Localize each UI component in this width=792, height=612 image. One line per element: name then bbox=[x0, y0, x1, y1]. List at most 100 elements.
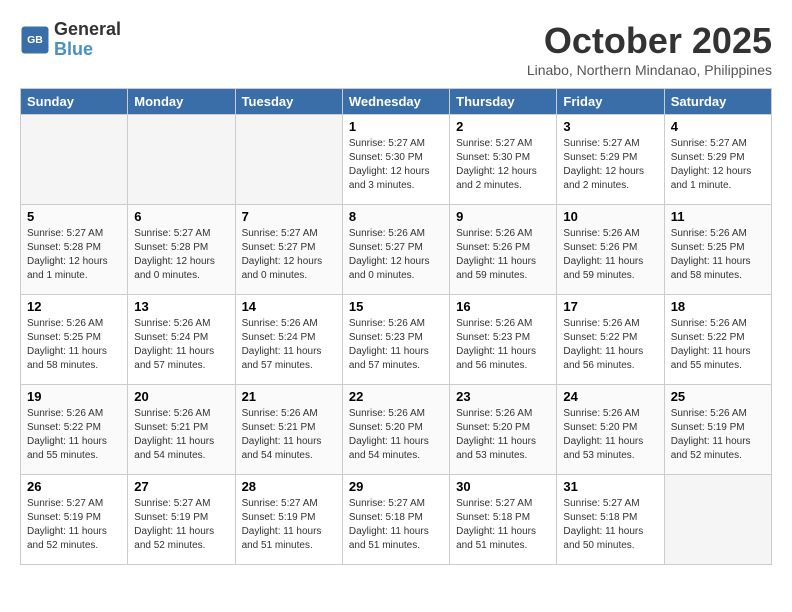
day-info: Sunrise: 5:26 AM Sunset: 5:26 PM Dayligh… bbox=[563, 227, 657, 283]
weekday-header-row: SundayMondayTuesdayWednesdayThursdayFrid… bbox=[21, 89, 772, 115]
day-number: 15 bbox=[349, 299, 443, 314]
day-number: 20 bbox=[134, 389, 228, 404]
day-number: 27 bbox=[134, 479, 228, 494]
calendar-cell: 5 Sunrise: 5:27 AM Sunset: 5:28 PM Dayli… bbox=[21, 205, 128, 295]
calendar-cell bbox=[128, 115, 235, 205]
day-number: 1 bbox=[349, 119, 443, 134]
day-number: 24 bbox=[563, 389, 657, 404]
calendar-cell: 7 Sunrise: 5:27 AM Sunset: 5:27 PM Dayli… bbox=[235, 205, 342, 295]
month-title: October 2025 bbox=[527, 20, 772, 62]
day-info: Sunrise: 5:27 AM Sunset: 5:28 PM Dayligh… bbox=[27, 227, 121, 283]
day-number: 31 bbox=[563, 479, 657, 494]
day-info: Sunrise: 5:26 AM Sunset: 5:23 PM Dayligh… bbox=[349, 317, 443, 373]
day-number: 12 bbox=[27, 299, 121, 314]
day-number: 19 bbox=[27, 389, 121, 404]
day-info: Sunrise: 5:26 AM Sunset: 5:22 PM Dayligh… bbox=[563, 317, 657, 373]
calendar-cell: 3 Sunrise: 5:27 AM Sunset: 5:29 PM Dayli… bbox=[557, 115, 664, 205]
calendar-cell: 19 Sunrise: 5:26 AM Sunset: 5:22 PM Dayl… bbox=[21, 385, 128, 475]
day-number: 9 bbox=[456, 209, 550, 224]
logo-text-line1: General bbox=[54, 20, 121, 40]
week-row-1: 1 Sunrise: 5:27 AM Sunset: 5:30 PM Dayli… bbox=[21, 115, 772, 205]
day-number: 10 bbox=[563, 209, 657, 224]
day-number: 6 bbox=[134, 209, 228, 224]
calendar-cell: 12 Sunrise: 5:26 AM Sunset: 5:25 PM Dayl… bbox=[21, 295, 128, 385]
calendar-cell: 9 Sunrise: 5:26 AM Sunset: 5:26 PM Dayli… bbox=[450, 205, 557, 295]
day-number: 28 bbox=[242, 479, 336, 494]
day-info: Sunrise: 5:26 AM Sunset: 5:20 PM Dayligh… bbox=[456, 407, 550, 463]
weekday-header-monday: Monday bbox=[128, 89, 235, 115]
day-info: Sunrise: 5:27 AM Sunset: 5:28 PM Dayligh… bbox=[134, 227, 228, 283]
logo-text-line2: Blue bbox=[54, 40, 121, 60]
calendar-cell: 4 Sunrise: 5:27 AM Sunset: 5:29 PM Dayli… bbox=[664, 115, 771, 205]
calendar-cell: 30 Sunrise: 5:27 AM Sunset: 5:18 PM Dayl… bbox=[450, 475, 557, 565]
calendar-cell: 27 Sunrise: 5:27 AM Sunset: 5:19 PM Dayl… bbox=[128, 475, 235, 565]
day-info: Sunrise: 5:26 AM Sunset: 5:20 PM Dayligh… bbox=[349, 407, 443, 463]
calendar-cell: 31 Sunrise: 5:27 AM Sunset: 5:18 PM Dayl… bbox=[557, 475, 664, 565]
calendar-cell: 23 Sunrise: 5:26 AM Sunset: 5:20 PM Dayl… bbox=[450, 385, 557, 475]
day-number: 7 bbox=[242, 209, 336, 224]
day-info: Sunrise: 5:26 AM Sunset: 5:25 PM Dayligh… bbox=[27, 317, 121, 373]
calendar-cell: 11 Sunrise: 5:26 AM Sunset: 5:25 PM Dayl… bbox=[664, 205, 771, 295]
day-number: 13 bbox=[134, 299, 228, 314]
week-row-5: 26 Sunrise: 5:27 AM Sunset: 5:19 PM Dayl… bbox=[21, 475, 772, 565]
day-number: 14 bbox=[242, 299, 336, 314]
day-info: Sunrise: 5:26 AM Sunset: 5:24 PM Dayligh… bbox=[134, 317, 228, 373]
day-info: Sunrise: 5:26 AM Sunset: 5:23 PM Dayligh… bbox=[456, 317, 550, 373]
calendar-cell: 18 Sunrise: 5:26 AM Sunset: 5:22 PM Dayl… bbox=[664, 295, 771, 385]
day-number: 23 bbox=[456, 389, 550, 404]
day-number: 21 bbox=[242, 389, 336, 404]
day-info: Sunrise: 5:27 AM Sunset: 5:18 PM Dayligh… bbox=[349, 497, 443, 553]
logo-icon: GB bbox=[20, 25, 50, 55]
calendar-cell: 24 Sunrise: 5:26 AM Sunset: 5:20 PM Dayl… bbox=[557, 385, 664, 475]
calendar-cell: 29 Sunrise: 5:27 AM Sunset: 5:18 PM Dayl… bbox=[342, 475, 449, 565]
weekday-header-sunday: Sunday bbox=[21, 89, 128, 115]
day-number: 22 bbox=[349, 389, 443, 404]
day-number: 30 bbox=[456, 479, 550, 494]
calendar-cell: 21 Sunrise: 5:26 AM Sunset: 5:21 PM Dayl… bbox=[235, 385, 342, 475]
calendar-cell: 22 Sunrise: 5:26 AM Sunset: 5:20 PM Dayl… bbox=[342, 385, 449, 475]
calendar-cell: 6 Sunrise: 5:27 AM Sunset: 5:28 PM Dayli… bbox=[128, 205, 235, 295]
day-info: Sunrise: 5:26 AM Sunset: 5:24 PM Dayligh… bbox=[242, 317, 336, 373]
day-info: Sunrise: 5:27 AM Sunset: 5:29 PM Dayligh… bbox=[563, 137, 657, 193]
logo: GB General Blue bbox=[20, 20, 121, 60]
day-info: Sunrise: 5:26 AM Sunset: 5:20 PM Dayligh… bbox=[563, 407, 657, 463]
day-info: Sunrise: 5:27 AM Sunset: 5:19 PM Dayligh… bbox=[242, 497, 336, 553]
weekday-header-friday: Friday bbox=[557, 89, 664, 115]
calendar-cell bbox=[235, 115, 342, 205]
calendar-cell bbox=[21, 115, 128, 205]
calendar-cell: 8 Sunrise: 5:26 AM Sunset: 5:27 PM Dayli… bbox=[342, 205, 449, 295]
location-title: Linabo, Northern Mindanao, Philippines bbox=[527, 62, 772, 78]
day-info: Sunrise: 5:26 AM Sunset: 5:21 PM Dayligh… bbox=[242, 407, 336, 463]
day-number: 4 bbox=[671, 119, 765, 134]
day-info: Sunrise: 5:26 AM Sunset: 5:19 PM Dayligh… bbox=[671, 407, 765, 463]
calendar-cell: 13 Sunrise: 5:26 AM Sunset: 5:24 PM Dayl… bbox=[128, 295, 235, 385]
calendar-cell: 15 Sunrise: 5:26 AM Sunset: 5:23 PM Dayl… bbox=[342, 295, 449, 385]
day-info: Sunrise: 5:26 AM Sunset: 5:22 PM Dayligh… bbox=[671, 317, 765, 373]
day-number: 16 bbox=[456, 299, 550, 314]
day-info: Sunrise: 5:27 AM Sunset: 5:30 PM Dayligh… bbox=[349, 137, 443, 193]
calendar-cell: 26 Sunrise: 5:27 AM Sunset: 5:19 PM Dayl… bbox=[21, 475, 128, 565]
calendar-cell: 2 Sunrise: 5:27 AM Sunset: 5:30 PM Dayli… bbox=[450, 115, 557, 205]
calendar-cell: 14 Sunrise: 5:26 AM Sunset: 5:24 PM Dayl… bbox=[235, 295, 342, 385]
day-info: Sunrise: 5:27 AM Sunset: 5:19 PM Dayligh… bbox=[134, 497, 228, 553]
day-number: 18 bbox=[671, 299, 765, 314]
day-number: 17 bbox=[563, 299, 657, 314]
day-number: 11 bbox=[671, 209, 765, 224]
day-number: 2 bbox=[456, 119, 550, 134]
calendar-cell: 10 Sunrise: 5:26 AM Sunset: 5:26 PM Dayl… bbox=[557, 205, 664, 295]
calendar-cell: 1 Sunrise: 5:27 AM Sunset: 5:30 PM Dayli… bbox=[342, 115, 449, 205]
day-info: Sunrise: 5:27 AM Sunset: 5:18 PM Dayligh… bbox=[456, 497, 550, 553]
svg-text:GB: GB bbox=[27, 34, 43, 46]
calendar-cell: 25 Sunrise: 5:26 AM Sunset: 5:19 PM Dayl… bbox=[664, 385, 771, 475]
day-number: 3 bbox=[563, 119, 657, 134]
calendar-table: SundayMondayTuesdayWednesdayThursdayFrid… bbox=[20, 88, 772, 565]
day-info: Sunrise: 5:26 AM Sunset: 5:22 PM Dayligh… bbox=[27, 407, 121, 463]
day-info: Sunrise: 5:26 AM Sunset: 5:26 PM Dayligh… bbox=[456, 227, 550, 283]
day-info: Sunrise: 5:26 AM Sunset: 5:21 PM Dayligh… bbox=[134, 407, 228, 463]
calendar-cell bbox=[664, 475, 771, 565]
week-row-2: 5 Sunrise: 5:27 AM Sunset: 5:28 PM Dayli… bbox=[21, 205, 772, 295]
week-row-3: 12 Sunrise: 5:26 AM Sunset: 5:25 PM Dayl… bbox=[21, 295, 772, 385]
day-info: Sunrise: 5:26 AM Sunset: 5:27 PM Dayligh… bbox=[349, 227, 443, 283]
day-number: 25 bbox=[671, 389, 765, 404]
day-info: Sunrise: 5:27 AM Sunset: 5:19 PM Dayligh… bbox=[27, 497, 121, 553]
